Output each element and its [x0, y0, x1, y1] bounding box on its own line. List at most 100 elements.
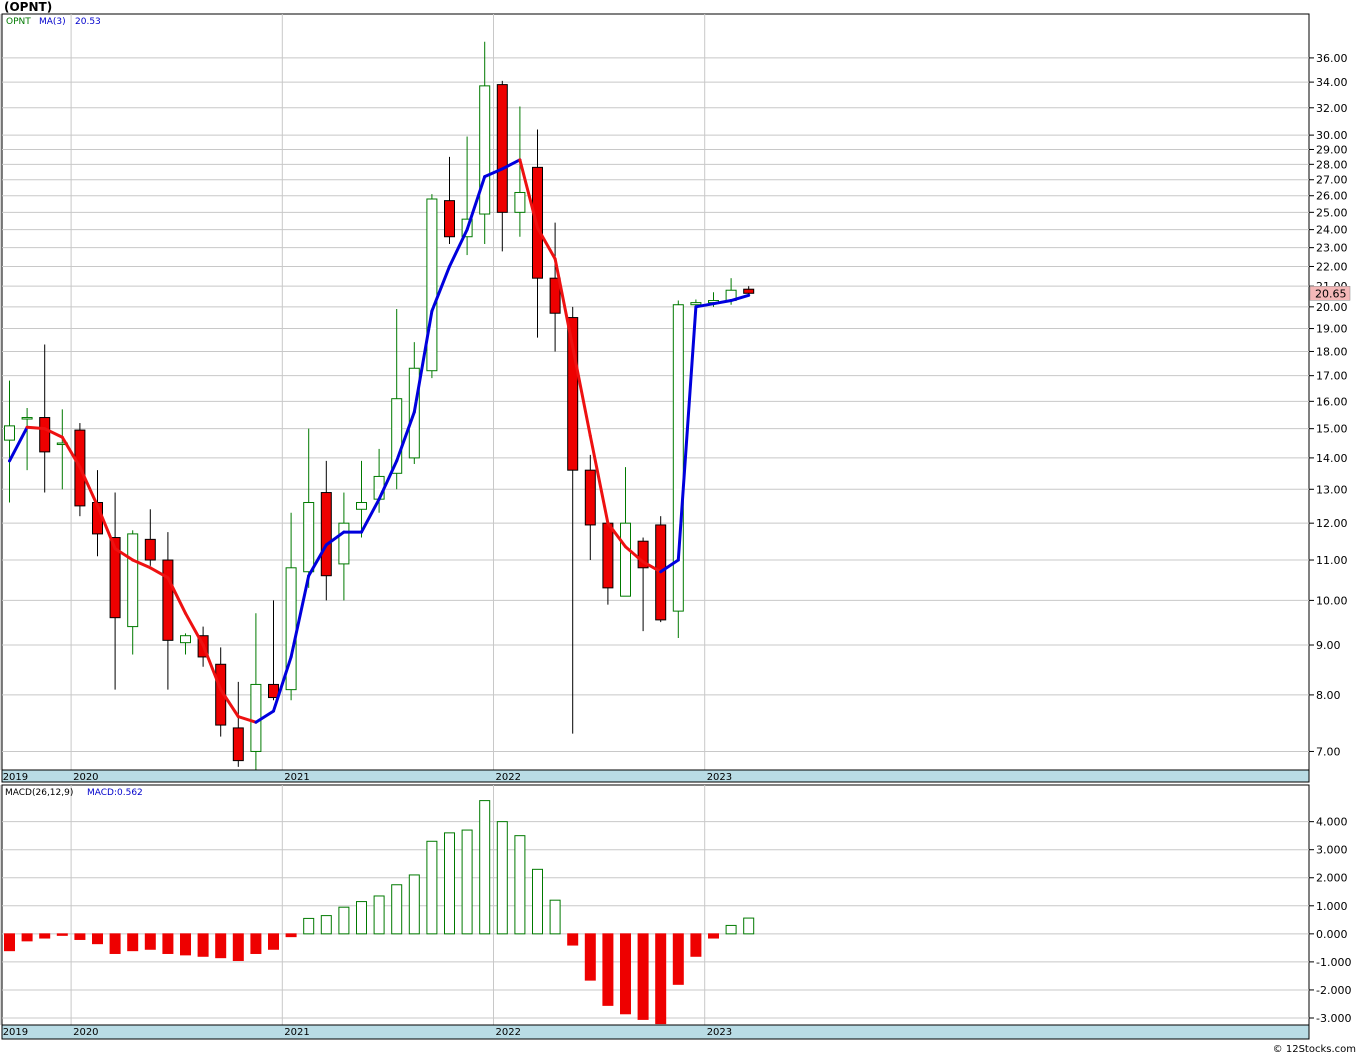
- macd-bar: [4, 933, 15, 952]
- macd-bar: [303, 917, 315, 935]
- macd-x-axis-band: [1, 1024, 1310, 1040]
- macd-bar: [109, 933, 121, 954]
- legend-ma-value: 20.53: [75, 17, 101, 27]
- macd-panel: -3.000 -2.000 -1.000 0.000 1.000 2.000 3.000 4.…: [0, 784, 1351, 1040]
- price-panel: 7.00 8.00 9.00 10.00 11.00 12.00 13.00 14.00 15.…: [0, 13, 1351, 783]
- macd-bar: [567, 933, 579, 946]
- price-year-label: 2023: [707, 772, 732, 783]
- macd-bar: [320, 915, 332, 935]
- price-tick-label: 12.00: [1316, 517, 1348, 530]
- price-tick-label: 24.00: [1316, 224, 1348, 237]
- macd-bar: [637, 933, 649, 1020]
- price-tick-label: 15.00: [1316, 423, 1348, 436]
- stock-chart: (OPNT) © 12Stocks.com 7.00 8.00 9.00 10.00 1…: [0, 0, 1360, 1056]
- macd-bar: [144, 933, 156, 950]
- macd-bar: [549, 899, 561, 935]
- macd-bar: [655, 933, 667, 1025]
- macd-bar: [356, 901, 367, 935]
- macd-bar: [690, 933, 702, 957]
- macd-bar: [426, 840, 438, 935]
- price-tick-label: 29.00: [1316, 143, 1348, 156]
- macd-bar: [74, 933, 86, 940]
- legend-ma-label: MA(3): [39, 17, 66, 27]
- price-tick-label: 20.00: [1316, 301, 1348, 314]
- macd-tick-label: 2.000: [1316, 872, 1348, 885]
- macd-bar: [162, 933, 174, 954]
- macd-bar: [232, 933, 244, 961]
- macd-bar: [56, 933, 68, 936]
- chart-title: (OPNT): [4, 0, 52, 14]
- macd-tick-label: 0.000: [1316, 928, 1348, 941]
- candle-body: [232, 727, 244, 762]
- candle-body: [144, 538, 156, 561]
- candle-body: [303, 502, 315, 573]
- macd-bar: [373, 895, 385, 935]
- macd-bar: [725, 924, 737, 935]
- macd-bar: [708, 933, 719, 939]
- macd-tick-label: 4.000: [1316, 816, 1348, 829]
- macd-tick-label: -3.000: [1316, 1012, 1351, 1025]
- price-tick-label: 23.00: [1316, 242, 1348, 255]
- macd-bar: [39, 933, 51, 939]
- price-tick-label: 19.00: [1316, 323, 1348, 336]
- price-year-label: 2019: [3, 772, 28, 783]
- price-tick-label: 13.00: [1316, 483, 1348, 496]
- macd-bar: [672, 933, 684, 985]
- macd-bar: [602, 933, 614, 1006]
- candle-body: [4, 425, 15, 441]
- price-x-axis-band: [1, 769, 1310, 783]
- macd-year-label: 2022: [496, 1027, 521, 1038]
- candle-body: [479, 85, 491, 215]
- macd-bar: [479, 800, 491, 935]
- last-price-tag: 20.65: [1309, 286, 1351, 301]
- macd-tick-label: 1.000: [1316, 900, 1348, 913]
- macd-bar: [496, 821, 508, 935]
- macd-tick-label: -2.000: [1316, 984, 1351, 997]
- macd-year-label: 2020: [73, 1027, 98, 1038]
- macd-bar: [21, 933, 33, 942]
- price-tick-label: 18.00: [1316, 345, 1348, 358]
- price-legend: OPNT MA(3) 20.53: [6, 17, 101, 27]
- macd-bar: [620, 933, 631, 1015]
- candle-body: [320, 492, 332, 577]
- price-year-label: 2021: [284, 772, 309, 783]
- macd-bar: [285, 933, 297, 938]
- macd-bar: [391, 884, 403, 935]
- candle-body: [620, 522, 631, 597]
- candle-body: [21, 417, 33, 420]
- candle-body: [180, 635, 191, 644]
- price-tick-label: 8.00: [1316, 689, 1341, 702]
- candle-body: [496, 84, 508, 213]
- price-tick-label: 28.00: [1316, 158, 1348, 171]
- price-tick-label: 11.00: [1316, 554, 1348, 567]
- ma-segment: [25, 425, 47, 431]
- macd-bar: [127, 933, 139, 952]
- price-tick-label: 9.00: [1316, 639, 1341, 652]
- price-tick-label: 36.00: [1316, 52, 1348, 65]
- candle-body: [426, 198, 438, 372]
- macd-bar: [444, 832, 455, 935]
- candle: [426, 194, 438, 379]
- last-price-label: 20.65: [1315, 287, 1347, 300]
- price-tick-label: 17.00: [1316, 370, 1348, 383]
- macd-bar: [180, 933, 191, 956]
- price-tick-label: 25.00: [1316, 206, 1348, 219]
- legend-symbol: OPNT: [6, 17, 31, 27]
- price-tick-label: 16.00: [1316, 395, 1348, 408]
- candle-body: [602, 522, 614, 589]
- price-year-label: 2020: [73, 772, 98, 783]
- price-tick-label: 7.00: [1316, 745, 1341, 758]
- macd-bar: [743, 917, 755, 935]
- price-tick-label: 30.00: [1316, 129, 1348, 142]
- price-year-label: 2022: [496, 772, 521, 783]
- candle: [672, 300, 684, 639]
- watermark-text: © 12Stocks.com: [1273, 1044, 1356, 1055]
- macd-tick-label: -1.000: [1316, 956, 1351, 969]
- macd-bar: [215, 933, 227, 959]
- macd-year-label: 2021: [284, 1027, 309, 1038]
- candle-body: [444, 200, 455, 238]
- candle-body: [514, 191, 526, 213]
- price-tick-label: 14.00: [1316, 452, 1348, 465]
- candle-body: [672, 304, 684, 612]
- macd-bar: [408, 874, 420, 935]
